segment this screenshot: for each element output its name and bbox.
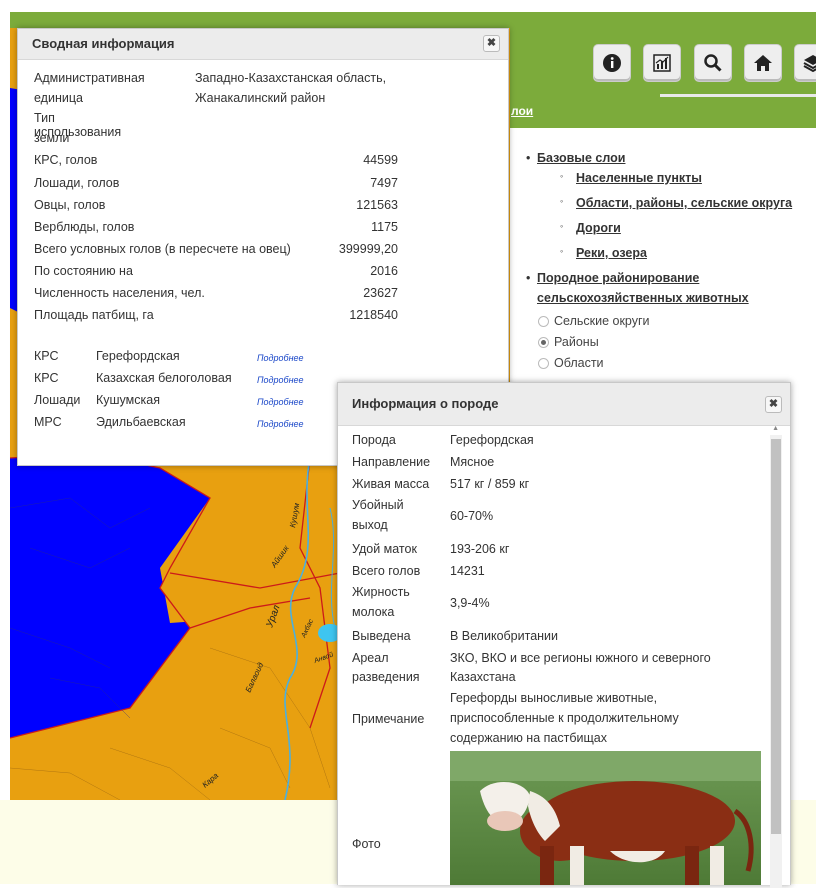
breed-type: КРС — [34, 349, 59, 363]
more-link[interactable]: Подробнее — [257, 375, 304, 385]
stat-label: По состоянию на — [34, 264, 133, 278]
stat-label: Численность населения, чел. — [34, 286, 205, 300]
more-link[interactable]: Подробнее — [257, 397, 304, 407]
stat-value: 399999,20 — [338, 242, 398, 256]
field-value: 14231 — [450, 564, 485, 578]
summary-dialog-header[interactable]: Сводная информация ✖ — [18, 29, 508, 60]
field-label: Примечание — [352, 712, 425, 726]
admin-value-2: Жанакалинский район — [195, 91, 326, 105]
stat-value: 1175 — [371, 220, 398, 234]
stat-label: Верблюды, голов — [34, 220, 135, 234]
breed-type: КРС — [34, 371, 59, 385]
field-label: Порода — [352, 433, 396, 447]
scrollbar-thumb[interactable] — [771, 439, 781, 834]
field-label: Ареал — [352, 651, 389, 665]
field-value: 193-206 кг — [450, 542, 510, 556]
breed-type: МРС — [34, 415, 62, 429]
field-label: Всего голов — [352, 564, 421, 578]
field-value: ЗКО, ВКО и все регионы южного и северног… — [450, 651, 711, 665]
breed-name: Герефордская — [96, 349, 180, 363]
more-link[interactable]: Подробнее — [257, 419, 304, 429]
field-label: Удой маток — [352, 542, 417, 556]
field-label: Направление — [352, 455, 431, 469]
breed-name: Эдильбаевская — [96, 415, 186, 429]
stat-value: 121563 — [356, 198, 398, 212]
more-link[interactable]: Подробнее — [257, 353, 304, 363]
field-value: Герефордская — [450, 433, 534, 447]
field-label: Жирность — [352, 585, 410, 599]
field-value: Мясное — [450, 455, 495, 469]
field-label: Фото — [352, 837, 381, 851]
close-button[interactable]: ✖ — [765, 396, 782, 413]
scroll-up-icon[interactable]: ▲ — [772, 425, 779, 432]
field-label-line2: молока — [352, 605, 395, 619]
stat-label: Всего условных голов (в пересчете на ове… — [34, 242, 291, 256]
field-label: Убойный — [352, 498, 404, 512]
top-bar — [0, 0, 816, 28]
stat-label: Площадь патбищ, га — [34, 308, 154, 322]
breed-type: Лошади — [34, 393, 81, 407]
stat-value: 44599 — [363, 153, 398, 167]
stat-label: КРС, голов — [34, 153, 98, 167]
breed-name: Кушумская — [96, 393, 160, 407]
admin-label-1: Административная — [34, 71, 145, 85]
close-button[interactable]: ✖ — [483, 35, 500, 52]
field-value: Герефорды выносливые животные, — [450, 691, 658, 705]
field-label-line2: разведения — [352, 670, 420, 684]
breed-info-title: Информация о породе — [352, 396, 499, 411]
field-label: Живая масса — [352, 477, 430, 491]
stat-value: 23627 — [363, 286, 398, 300]
field-value: 3,9-4% — [450, 596, 490, 610]
field-value: 517 кг / 859 кг — [450, 477, 530, 491]
stat-label: Овцы, голов — [34, 198, 106, 212]
breed-photo — [450, 751, 761, 885]
stat-label: Лошади, голов — [34, 176, 120, 190]
field-value: 60-70% — [450, 509, 494, 523]
admin-label-2: единица — [34, 91, 83, 105]
field-label: Выведена — [352, 629, 411, 643]
breed-info-header[interactable]: Информация о породе ✖ — [338, 383, 790, 426]
land-label-2: земли — [34, 131, 70, 145]
field-label-line2: выход — [352, 518, 388, 532]
stat-value: 2016 — [370, 264, 398, 278]
field-value-line2: Казахстана — [450, 670, 516, 684]
stat-value: 7497 — [370, 176, 398, 190]
field-value-line2: приспособленные к продолжительному — [450, 711, 679, 725]
breed-info-dialog: Информация о породе ✖ ▲ Порода Герефордск… — [337, 382, 791, 888]
summary-dialog-title: Сводная информация — [32, 36, 175, 51]
admin-value-1: Западно-Казахстанская область, — [195, 71, 387, 85]
breed-name: Казахская белоголовая — [96, 371, 232, 385]
field-value-line3: содержанию на пастбищах — [450, 731, 607, 745]
field-value: В Великобритании — [450, 629, 559, 643]
stat-value: 1218540 — [349, 308, 398, 322]
brand-strip — [10, 12, 816, 28]
